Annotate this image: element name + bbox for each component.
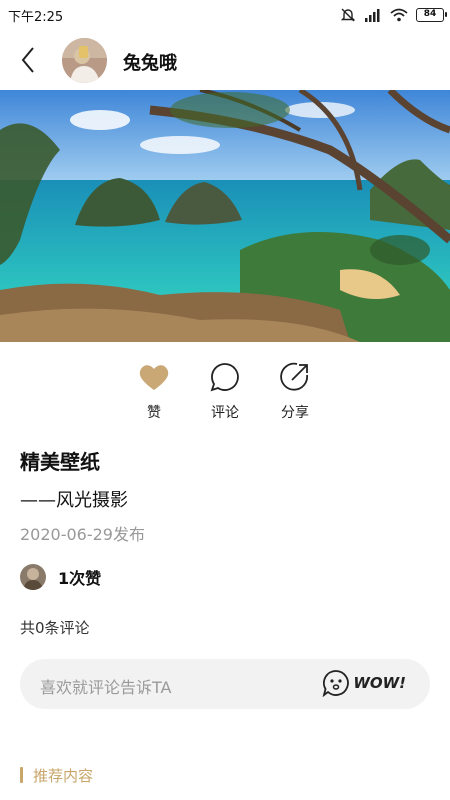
share-icon — [280, 362, 308, 391]
comment-button[interactable]: 评论 — [200, 360, 250, 426]
comment-icon — [210, 363, 239, 392]
comment-label: 评论 — [211, 405, 239, 421]
wifi-icon — [390, 8, 408, 22]
share-label: 分享 — [281, 405, 309, 421]
likes-count: 1次赞 — [58, 569, 102, 588]
back-icon — [21, 47, 34, 73]
like-label: 赞 — [147, 405, 161, 421]
status-time: 下午2:25 — [8, 10, 64, 25]
recommend-title: 推荐内容 — [33, 766, 94, 785]
like-button[interactable]: 赞 — [129, 360, 179, 426]
likes-row[interactable]: 1次赞 — [20, 563, 101, 591]
back-button[interactable] — [10, 40, 46, 80]
action-bar: 赞 评论 分享 — [0, 360, 450, 430]
recommend-accent-bar — [20, 767, 23, 783]
battery-icon: 84 — [416, 8, 447, 22]
wow-face-icon — [322, 670, 350, 697]
header: 兔兔哦 — [0, 34, 450, 86]
post-date: 2020-06-29发布 — [20, 525, 145, 544]
liker-avatar[interactable] — [20, 564, 46, 590]
signal-icon — [365, 9, 380, 22]
comment-count: 共0条评论 — [20, 619, 90, 637]
wow-label: WOW! — [353, 674, 406, 692]
heart-icon — [139, 365, 169, 390]
post-title: 精美壁纸 — [20, 450, 100, 474]
status-bar: 下午2:25 84 — [0, 0, 450, 30]
post-subtitle: ——风光摄影 — [20, 490, 128, 511]
share-button[interactable]: 分享 — [270, 360, 320, 426]
user-name[interactable]: 兔兔哦 — [123, 49, 177, 75]
mute-icon — [340, 8, 356, 22]
comment-input[interactable]: 喜欢就评论告诉TA WOW! — [20, 659, 430, 709]
wow-button[interactable]: WOW! — [322, 669, 406, 697]
comment-placeholder: 喜欢就评论告诉TA — [40, 678, 172, 697]
post-image[interactable] — [0, 90, 450, 342]
avatar[interactable] — [62, 38, 107, 83]
recommend-section-header: 推荐内容 — [20, 765, 93, 785]
status-icons: 84 — [340, 5, 447, 25]
